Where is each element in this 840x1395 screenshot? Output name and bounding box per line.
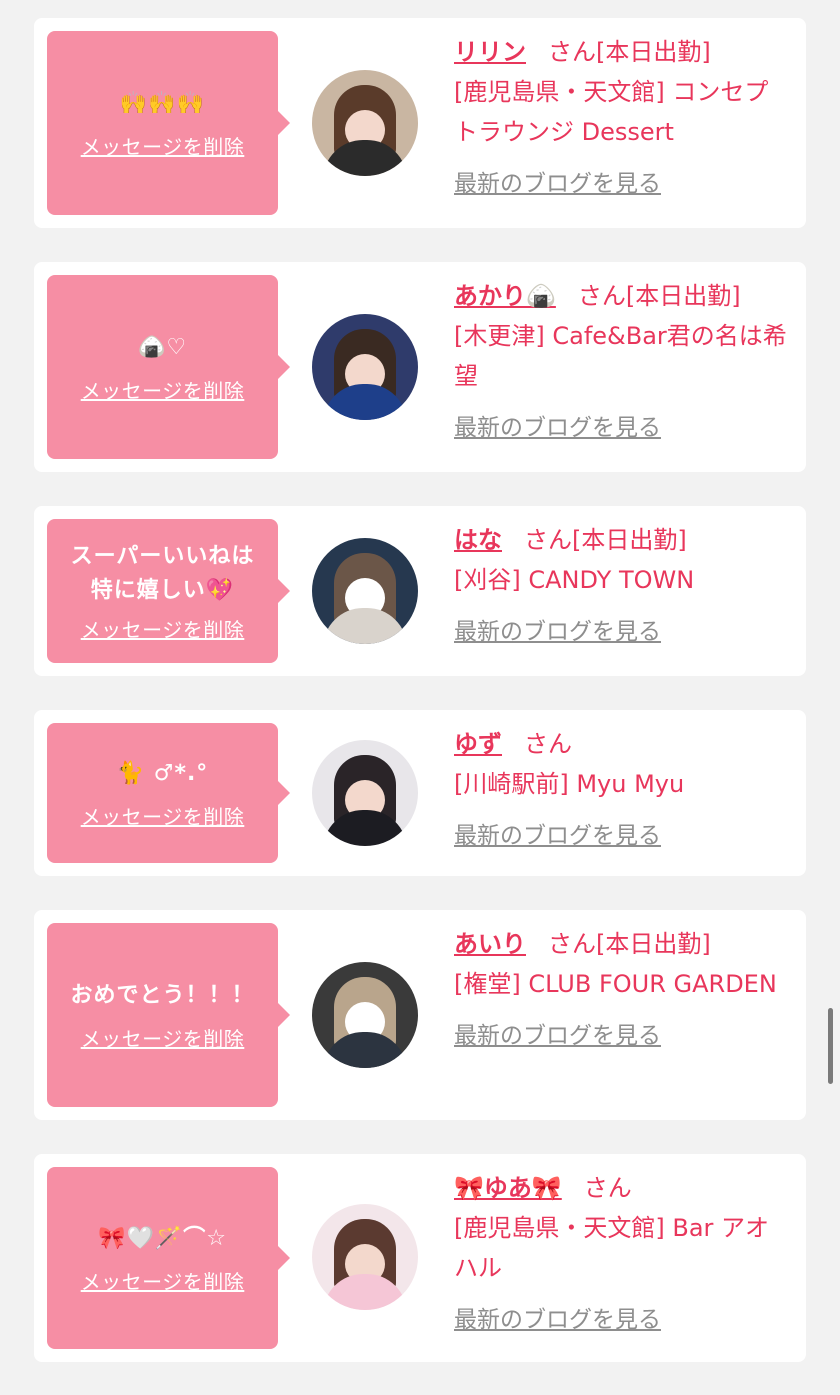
cast-name-link[interactable]: あかり🍙 [454,282,556,310]
shop-link[interactable]: [権堂] CLUB FOUR GARDEN [454,964,792,1004]
cast-name-link[interactable]: リリン [454,38,526,66]
delete-message-link[interactable]: メッセージを削除 [81,1023,245,1052]
message-bubble: 🎀🤍🪄⌒☆ メッセージを削除 [47,1167,290,1349]
honorific: さん [583,1174,632,1202]
avatar[interactable] [312,962,418,1068]
favorite-card: 🍙♡ メッセージを削除 あかり🍙 さん[本日出勤] [木更津] Cafe&Bar君… [34,262,806,472]
message-bubble: スーパーいいねは 特に嬉しい💖 メッセージを削除 [47,519,290,663]
honorific: さん [524,526,572,554]
favorite-card: 🐈 ♂*.° メッセージを削除 ゆず さん [川崎駅前] Myu Myu 最新のブ… [34,710,806,876]
latest-blog-link[interactable]: 最新のブログを見る [454,1016,792,1056]
shop-link[interactable]: [鹿児島県・天文館] Bar アオハル [454,1208,792,1288]
message-bubble: 🙌🙌🙌 メッセージを削除 [47,31,290,215]
message-bubble: 🍙♡ メッセージを削除 [47,275,290,459]
shop-link[interactable]: [木更津] Cafe&Bar君の名は希望 [454,316,792,396]
honorific: さん [548,38,596,66]
avatar[interactable] [312,70,418,176]
latest-blog-link[interactable]: 最新のブログを見る [454,164,792,204]
cast-name-link[interactable]: はな [454,526,502,554]
avatar[interactable] [312,314,418,420]
avatar[interactable] [312,740,418,846]
message-text: おめでとう！！！ [70,982,255,1008]
honorific: さん [524,730,572,758]
avatar[interactable] [312,538,418,644]
delete-message-link[interactable]: メッセージを削除 [81,614,245,643]
message-text: 🎀🤍🪄⌒☆ [98,1225,227,1251]
shop-link[interactable]: [鹿児島県・天文館] コンセプトラウンジ Dessert [454,72,792,152]
status-badge: [本日出勤] [596,38,711,66]
message-bubble: おめでとう！！！ メッセージを削除 [47,923,290,1107]
cast-name-link[interactable]: あいり [454,930,526,958]
delete-message-link[interactable]: メッセージを削除 [81,801,245,830]
favorite-card: おめでとう！！！ メッセージを削除 あいり さん[本日出勤] [権堂] CLUB … [34,910,806,1120]
favorite-card: 🎀🤍🪄⌒☆ メッセージを削除 🎀ゆあ🎀 さん [鹿児島県・天文館] Bar アオハ… [34,1154,806,1362]
latest-blog-link[interactable]: 最新のブログを見る [454,612,792,652]
message-text: 🍙♡ [137,334,188,360]
favorite-card: 🙌🙌🙌 メッセージを削除 リリン さん[本日出勤] [鹿児島県・天文館] コンセプ… [34,18,806,228]
message-text: スーパーいいねは 特に嬉しい💖 [70,543,255,603]
cast-name-link[interactable]: 🎀ゆあ🎀 [454,1174,562,1202]
latest-blog-link[interactable]: 最新のブログを見る [454,816,792,856]
message-bubble: 🐈 ♂*.° メッセージを削除 [47,723,290,863]
delete-message-link[interactable]: メッセージを削除 [81,131,245,160]
shop-link[interactable]: [刈谷] CANDY TOWN [454,560,792,600]
honorific: さん [577,282,626,310]
honorific: さん [548,930,596,958]
avatar[interactable] [312,1204,418,1310]
message-text: 🙌🙌🙌 [119,90,206,116]
scrollbar[interactable] [828,1008,833,1084]
favorite-card: スーパーいいねは 特に嬉しい💖 メッセージを削除 はな さん[本日出勤] [刈谷]… [34,506,806,676]
latest-blog-link[interactable]: 最新のブログを見る [454,408,792,448]
shop-link[interactable]: [川崎駅前] Myu Myu [454,764,792,804]
delete-message-link[interactable]: メッセージを削除 [81,1266,245,1295]
latest-blog-link[interactable]: 最新のブログを見る [454,1300,792,1340]
status-badge: [本日出勤] [572,526,687,554]
cast-name-link[interactable]: ゆず [454,730,502,758]
delete-message-link[interactable]: メッセージを削除 [81,375,245,404]
message-text: 🐈 ♂*.° [116,760,209,786]
status-badge: [本日出勤] [625,282,741,310]
status-badge: [本日出勤] [596,930,711,958]
